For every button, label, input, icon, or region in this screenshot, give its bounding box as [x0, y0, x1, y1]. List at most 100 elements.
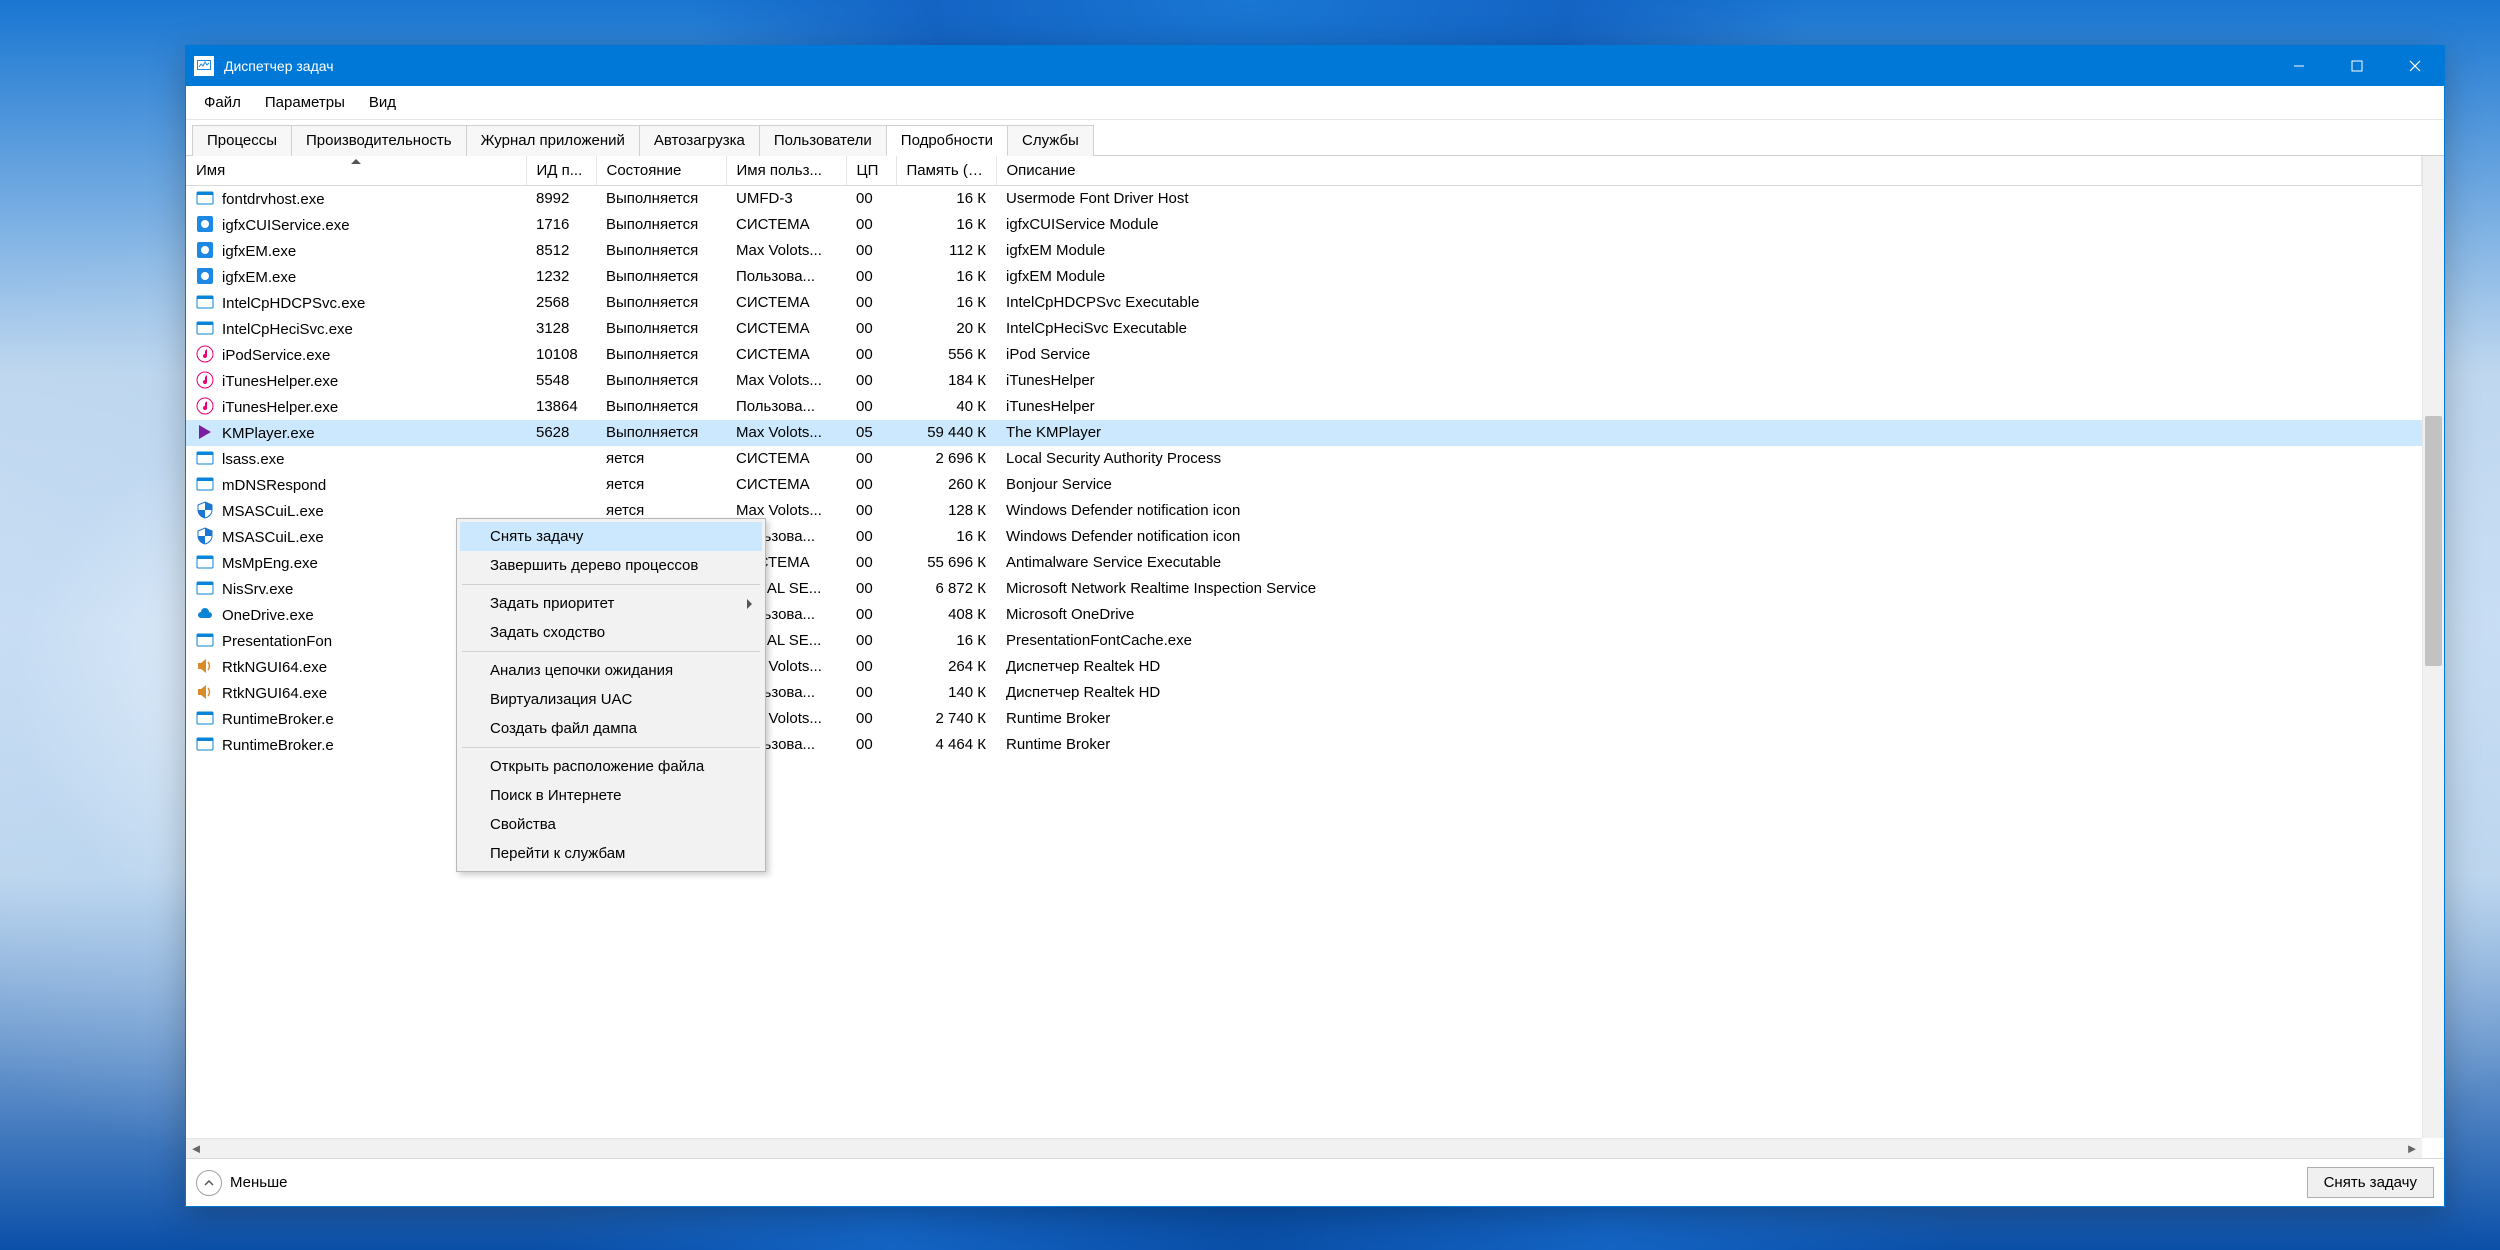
process-status: яется	[596, 472, 726, 498]
process-user: Пользова...	[726, 394, 846, 420]
tab-details[interactable]: Подробности	[886, 125, 1008, 156]
fewer-details-button[interactable]: Меньше	[196, 1170, 287, 1196]
process-pid: 5548	[526, 368, 596, 394]
process-description: Antimalware Service Executable	[996, 550, 2422, 576]
column-header-memory[interactable]: Память (ч...	[896, 156, 996, 186]
process-cpu: 00	[846, 290, 896, 316]
process-description: iTunesHelper	[996, 394, 2422, 420]
process-description: The KMPlayer	[996, 420, 2422, 446]
process-description: IntelCpHeciSvc Executable	[996, 316, 2422, 342]
table-row[interactable]: IntelCpHDCPSvc.exe2568ВыполняетсяСИСТЕМА…	[186, 290, 2422, 316]
process-description: Runtime Broker	[996, 732, 2422, 758]
context-menu-item[interactable]: Снять задачу	[460, 522, 762, 551]
column-header-cpu[interactable]: ЦП	[846, 156, 896, 186]
process-description: PresentationFontCache.exe	[996, 628, 2422, 654]
process-memory: 59 440 К	[896, 420, 996, 446]
process-user: Max Volots...	[726, 420, 846, 446]
table-row[interactable]: igfxEM.exe1232ВыполняетсяПользова...0016…	[186, 264, 2422, 290]
process-user: Max Volots...	[726, 368, 846, 394]
menu-file[interactable]: Файл	[192, 90, 253, 115]
process-name: OneDrive.exe	[222, 607, 314, 624]
process-name: mDNSRespond	[222, 477, 326, 494]
process-name: igfxEM.exe	[222, 243, 296, 260]
horizontal-scrollbar[interactable]: ◄ ►	[186, 1138, 2422, 1158]
table-row[interactable]: iTunesHelper.exe5548ВыполняетсяMax Volot…	[186, 368, 2422, 394]
process-icon	[196, 657, 214, 675]
process-name: iTunesHelper.exe	[222, 373, 338, 390]
title-bar[interactable]: Диспетчер задач	[186, 46, 2444, 86]
fewer-details-label: Меньше	[230, 1174, 287, 1191]
process-pid: 10108	[526, 342, 596, 368]
tab-app-history[interactable]: Журнал приложений	[466, 125, 640, 156]
process-memory: 40 К	[896, 394, 996, 420]
process-description: Usermode Font Driver Host	[996, 186, 2422, 212]
tab-startup[interactable]: Автозагрузка	[639, 125, 760, 156]
process-cpu: 00	[846, 472, 896, 498]
context-menu-item[interactable]: Виртуализация UAC	[460, 685, 762, 714]
context-menu-separator	[462, 747, 760, 748]
process-memory: 16 К	[896, 264, 996, 290]
table-row[interactable]: mDNSRespondяетсяСИСТЕМА00260 КBonjour Se…	[186, 472, 2422, 498]
context-menu-item[interactable]: Перейти к службам	[460, 839, 762, 868]
close-button[interactable]	[2386, 46, 2444, 86]
process-icon	[196, 631, 214, 649]
process-description: Runtime Broker	[996, 706, 2422, 732]
process-user: Max Volots...	[726, 238, 846, 264]
process-pid: 1716	[526, 212, 596, 238]
process-memory: 16 К	[896, 628, 996, 654]
table-row[interactable]: igfxCUIService.exe1716ВыполняетсяСИСТЕМА…	[186, 212, 2422, 238]
tab-performance[interactable]: Производительность	[291, 125, 467, 156]
context-menu-item[interactable]: Задать сходство	[460, 618, 762, 647]
process-memory: 260 К	[896, 472, 996, 498]
column-header-user[interactable]: Имя польз...	[726, 156, 846, 186]
process-name: MSASCuiL.exe	[222, 529, 324, 546]
column-header-description[interactable]: Описание	[996, 156, 2422, 186]
table-row[interactable]: KMPlayer.exe5628ВыполняетсяMax Volots...…	[186, 420, 2422, 446]
context-menu-item[interactable]: Открыть расположение файла	[460, 752, 762, 781]
column-header-name[interactable]: Имя	[186, 156, 526, 186]
context-menu-item[interactable]: Завершить дерево процессов	[460, 551, 762, 580]
process-description: Windows Defender notification icon	[996, 524, 2422, 550]
scroll-left-icon[interactable]: ◄	[186, 1139, 206, 1159]
table-row[interactable]: igfxEM.exe8512ВыполняетсяMax Volots...00…	[186, 238, 2422, 264]
table-row[interactable]: lsass.exeяетсяСИСТЕМА002 696 КLocal Secu…	[186, 446, 2422, 472]
table-row[interactable]: IntelCpHeciSvc.exe3128ВыполняетсяСИСТЕМА…	[186, 316, 2422, 342]
table-row[interactable]: fontdrvhost.exe8992ВыполняетсяUMFD-30016…	[186, 186, 2422, 212]
end-task-button[interactable]: Снять задачу	[2307, 1167, 2434, 1198]
task-manager-window: Диспетчер задач Файл Параметры Вид Проце…	[185, 45, 2445, 1207]
tab-users[interactable]: Пользователи	[759, 125, 887, 156]
table-row[interactable]: iTunesHelper.exe13864ВыполняетсяПользова…	[186, 394, 2422, 420]
tab-services[interactable]: Службы	[1007, 125, 1094, 156]
maximize-button[interactable]	[2328, 46, 2386, 86]
table-row[interactable]: iPodService.exe10108ВыполняетсяСИСТЕМА00…	[186, 342, 2422, 368]
minimize-button[interactable]	[2270, 46, 2328, 86]
context-menu-item[interactable]: Задать приоритет	[460, 589, 762, 618]
vertical-scrollbar-thumb[interactable]	[2425, 416, 2442, 666]
menu-view[interactable]: Вид	[357, 90, 408, 115]
column-header-pid[interactable]: ИД п...	[526, 156, 596, 186]
process-cpu: 00	[846, 238, 896, 264]
process-memory: 16 К	[896, 186, 996, 212]
process-name: RtkNGUI64.exe	[222, 685, 327, 702]
context-menu-item[interactable]: Свойства	[460, 810, 762, 839]
process-pid	[526, 446, 596, 472]
tab-processes[interactable]: Процессы	[192, 125, 292, 156]
process-name: RtkNGUI64.exe	[222, 659, 327, 676]
context-menu-item[interactable]: Создать файл дампа	[460, 714, 762, 743]
process-icon	[196, 579, 214, 597]
process-memory: 2 696 К	[896, 446, 996, 472]
context-menu-item[interactable]: Поиск в Интернете	[460, 781, 762, 810]
process-icon	[196, 189, 214, 207]
context-menu-item[interactable]: Анализ цепочки ожидания	[460, 656, 762, 685]
column-header-status[interactable]: Состояние	[596, 156, 726, 186]
process-cpu: 00	[846, 212, 896, 238]
process-cpu: 05	[846, 420, 896, 446]
process-cpu: 00	[846, 550, 896, 576]
process-status: яется	[596, 446, 726, 472]
process-memory: 184 К	[896, 368, 996, 394]
process-name: MsMpEng.exe	[222, 555, 318, 572]
menu-options[interactable]: Параметры	[253, 90, 357, 115]
process-memory: 55 696 К	[896, 550, 996, 576]
vertical-scrollbar[interactable]	[2422, 156, 2444, 1138]
scroll-right-icon[interactable]: ►	[2402, 1139, 2422, 1159]
